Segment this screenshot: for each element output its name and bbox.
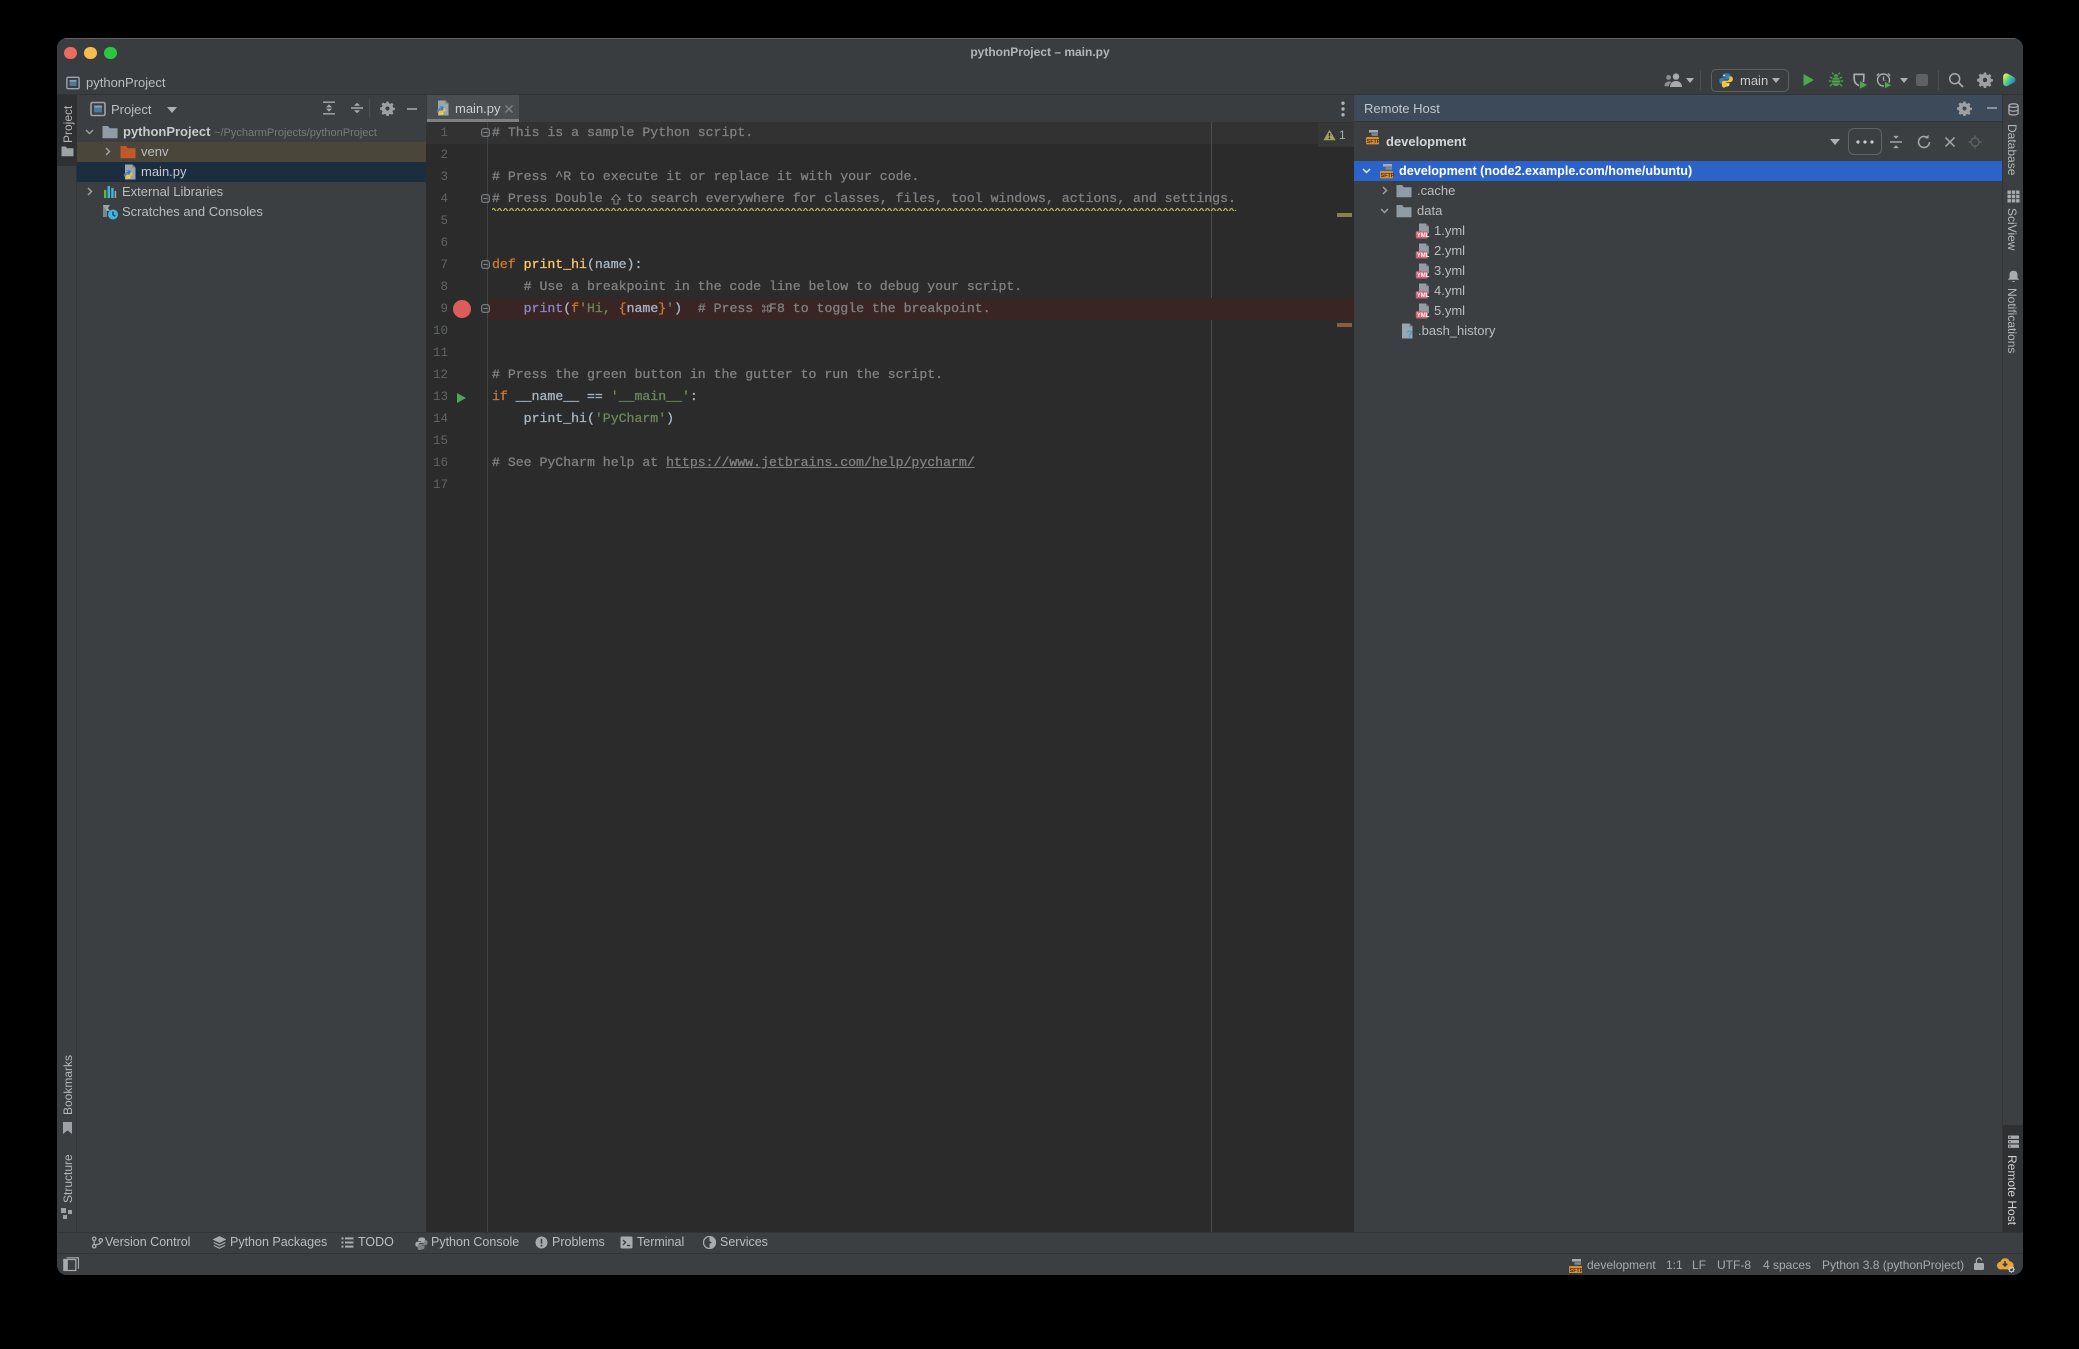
svg-text:?: ?	[1407, 329, 1413, 340]
